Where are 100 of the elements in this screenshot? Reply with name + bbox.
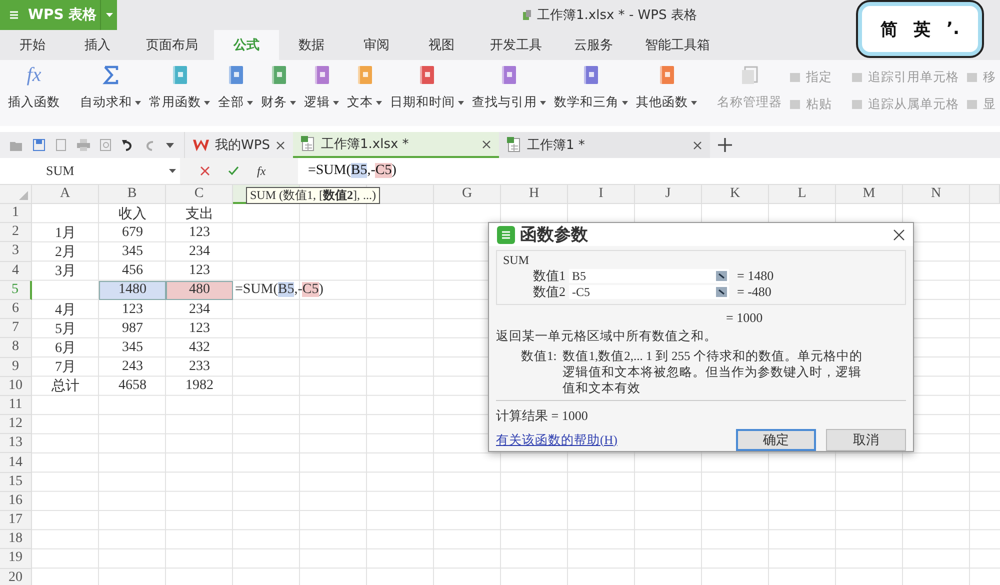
table-cell[interactable]: 支出 — [166, 204, 233, 224]
table-cell[interactable]: 收入 — [99, 204, 166, 224]
insert-function-button[interactable]: fx 插入函数 — [4, 64, 64, 126]
row-header[interactable]: 14 — [0, 453, 32, 473]
table-cell[interactable]: 3月 — [32, 262, 99, 281]
table-cell[interactable]: 123 — [166, 319, 233, 338]
print-icon[interactable] — [77, 139, 90, 151]
table-cell[interactable]: 7月 — [32, 358, 99, 377]
menu-tab[interactable]: 开始 — [0, 30, 65, 60]
range-picker-icon[interactable] — [716, 287, 727, 297]
table-cell[interactable]: 6月 — [32, 338, 99, 358]
row-header[interactable]: 11 — [0, 396, 32, 416]
row-header[interactable]: 18 — [0, 530, 32, 550]
undo-icon[interactable] — [122, 139, 134, 151]
function-category-button[interactable]: 全部 — [214, 64, 257, 126]
column-header[interactable]: G — [434, 185, 501, 204]
table-cell[interactable]: 1480 — [99, 280, 166, 300]
help-link[interactable]: 有关该函数的帮助(H) — [496, 432, 726, 448]
app-dropdown-button[interactable] — [100, 0, 117, 30]
menu-tab[interactable]: 智能工具箱 — [629, 30, 726, 60]
function-category-button[interactable]: 文本 — [343, 64, 386, 126]
row-header[interactable]: 1 — [0, 204, 32, 224]
row-header[interactable]: 20 — [0, 568, 32, 585]
document-icon[interactable] — [55, 139, 67, 151]
row-header[interactable]: 17 — [0, 511, 32, 530]
range-picker-icon[interactable] — [716, 271, 727, 281]
column-header[interactable]: J — [635, 185, 702, 204]
function-category-button[interactable]: 查找与引用 — [468, 64, 550, 126]
input-method-indicator[interactable]: 简 英 ’. — [858, 2, 982, 56]
argument-field[interactable]: B5 — [569, 269, 729, 283]
column-header[interactable]: K — [702, 185, 769, 204]
table-cell[interactable]: 123 — [166, 223, 233, 242]
redo-icon[interactable] — [144, 139, 156, 151]
close-icon[interactable] — [693, 140, 702, 150]
document-tab[interactable]: 我的WPS — [185, 132, 293, 158]
function-category-button[interactable]: 自动求和 — [76, 64, 145, 126]
ok-button[interactable]: 确定 — [736, 429, 816, 451]
preview-icon[interactable] — [100, 139, 112, 151]
column-header[interactable]: L — [769, 185, 836, 204]
function-category-button[interactable]: 逻辑 — [300, 64, 343, 126]
menu-tab[interactable]: 页面布局 — [130, 30, 214, 60]
menu-tab[interactable]: 视图 — [409, 30, 474, 60]
caret-icon[interactable] — [169, 169, 176, 173]
new-tab-icon[interactable] — [718, 138, 732, 152]
open-icon[interactable] — [10, 140, 23, 150]
close-icon[interactable] — [276, 140, 285, 150]
row-header[interactable]: 3 — [0, 242, 32, 262]
table-cell[interactable]: 234 — [166, 300, 233, 320]
column-header[interactable]: C — [166, 185, 233, 204]
row-header[interactable]: 4 — [0, 262, 32, 281]
column-header[interactable]: B — [99, 185, 166, 204]
column-header[interactable]: H — [501, 185, 568, 204]
document-tab[interactable]: 工作簿1.xlsx * — [293, 132, 499, 158]
close-icon[interactable] — [482, 140, 491, 148]
table-cell[interactable]: 123 — [99, 300, 166, 320]
menu-tab[interactable]: 插入 — [65, 30, 130, 60]
row-header[interactable]: 8 — [0, 338, 32, 358]
function-category-button[interactable]: 财务 — [257, 64, 300, 126]
row-header[interactable]: 13 — [0, 434, 32, 454]
table-cell[interactable]: 4658 — [99, 376, 166, 396]
table-cell[interactable]: 4月 — [32, 300, 99, 320]
table-cell[interactable]: 234 — [166, 242, 233, 262]
menu-tab[interactable]: 数据 — [279, 30, 344, 60]
document-tab[interactable]: 工作簿1 * — [499, 132, 710, 158]
table-cell[interactable]: 5月 — [32, 319, 99, 338]
table-cell[interactable]: 1月 — [32, 223, 99, 242]
menu-tab[interactable]: 审阅 — [344, 30, 409, 60]
argument-field[interactable]: -C5 — [569, 285, 729, 299]
cancel-button[interactable]: 取消 — [826, 429, 906, 451]
row-header[interactable]: 16 — [0, 492, 32, 511]
table-cell[interactable]: 987 — [99, 319, 166, 338]
column-header[interactable]: N — [903, 185, 970, 204]
save-icon[interactable] — [33, 139, 45, 151]
column-header[interactable]: A — [32, 185, 99, 204]
function-category-button[interactable]: 日期和时间 — [386, 64, 468, 126]
insert-function-button[interactable]: fx — [257, 164, 266, 178]
confirm-icon[interactable] — [228, 166, 239, 176]
function-category-button[interactable]: 其他函数 — [632, 64, 701, 126]
row-header[interactable]: 6 — [0, 300, 32, 320]
row-header[interactable]: 12 — [0, 415, 32, 434]
close-icon[interactable] — [893, 228, 905, 240]
table-cell[interactable]: 2月 — [32, 242, 99, 262]
row-header[interactable]: 7 — [0, 319, 32, 338]
cancel-icon[interactable] — [200, 166, 210, 176]
menu-tab[interactable]: 云服务 — [558, 30, 629, 60]
row-header[interactable]: 15 — [0, 472, 32, 492]
column-header[interactable]: I — [568, 185, 635, 204]
table-cell[interactable]: 456 — [99, 262, 166, 281]
function-category-button[interactable]: 数学和三角 — [550, 64, 632, 126]
table-cell[interactable]: 345 — [99, 338, 166, 358]
table-cell[interactable]: 243 — [99, 358, 166, 377]
table-cell[interactable]: 480 — [166, 280, 233, 300]
column-header[interactable]: M — [836, 185, 903, 204]
table-cell[interactable]: 679 — [99, 223, 166, 242]
function-category-button[interactable]: 常用函数 — [145, 64, 214, 126]
row-header[interactable]: 10 — [0, 376, 32, 396]
table-cell[interactable]: 233 — [166, 358, 233, 377]
row-header[interactable]: 19 — [0, 549, 32, 569]
table-cell[interactable]: 123 — [166, 262, 233, 281]
table-cell[interactable]: 总计 — [32, 376, 99, 396]
